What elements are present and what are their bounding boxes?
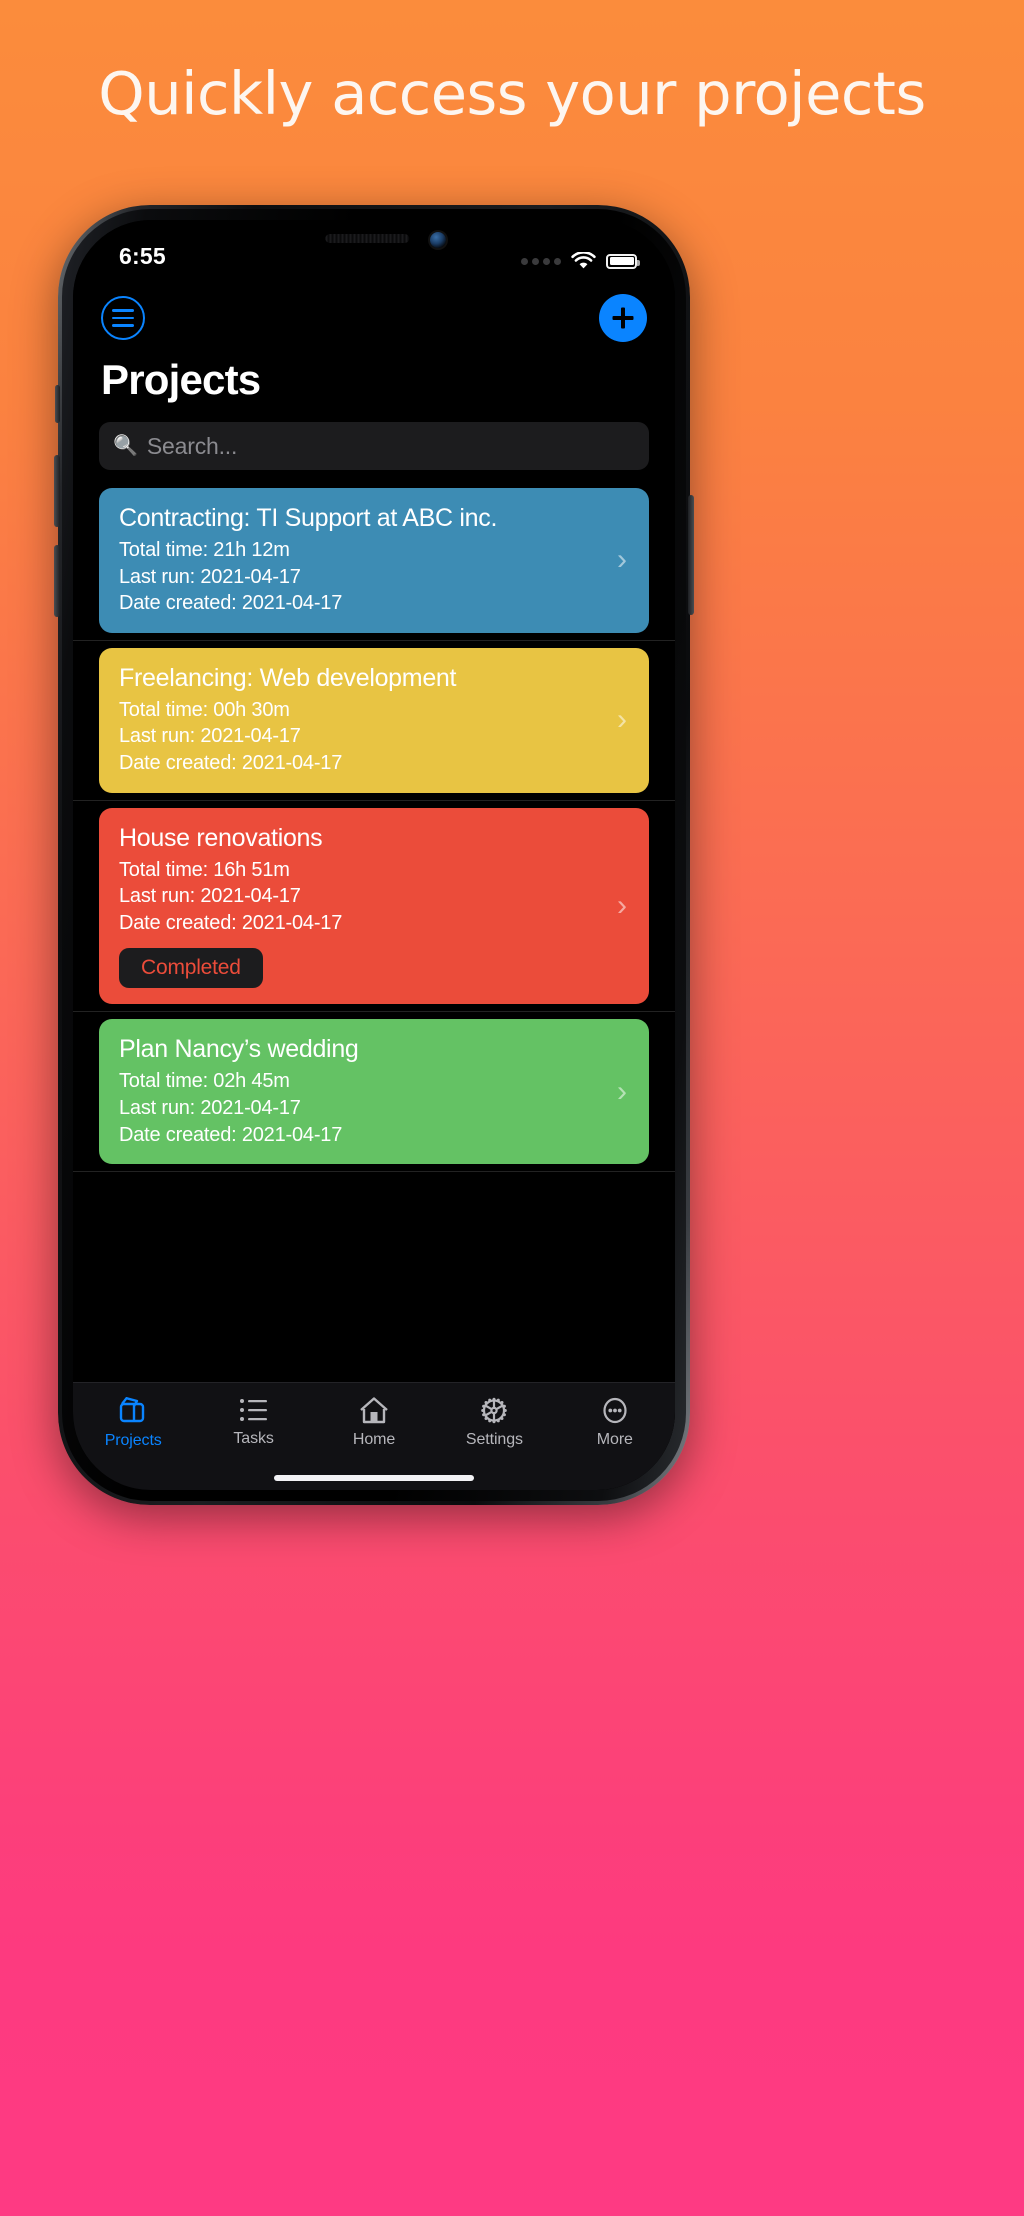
phone-bezel: 6:55 Projects 🔍 Search... Contracting: T… — [54, 209, 694, 1501]
tab-label: Projects — [104, 1432, 162, 1449]
project-card-text: Freelancing: Web development Total time: … — [119, 664, 607, 777]
project-card-item[interactable]: House renovations Total time: 16h 51m Last… — [73, 807, 675, 1013]
front-camera — [430, 232, 446, 248]
chevron-right-icon: › — [617, 543, 627, 577]
project-card[interactable]: House renovations Total time: 16h 51m Last… — [99, 807, 649, 1005]
chevron-right-icon: › — [617, 1074, 627, 1108]
phone-screen: 6:55 Projects 🔍 Search... Contracting: T… — [73, 220, 675, 1490]
tab-label: Tasks — [233, 1430, 274, 1447]
project-date-created: Date created: 2021-04-17 — [119, 1123, 343, 1146]
signal-dots-icon — [521, 257, 561, 265]
status-time: 6:55 — [119, 243, 166, 269]
project-total-time: Total time: 21h 12m — [119, 539, 290, 561]
tab-bar: Projects Tasks Home Settings More — [73, 1382, 675, 1490]
project-last-run: Last run: 2021-04-17 — [119, 565, 301, 588]
list-icon — [237, 1395, 271, 1425]
project-card-item[interactable]: Freelancing: Web development Total time: … — [73, 647, 675, 801]
project-date-created: Date created: 2021-04-17 — [119, 751, 343, 774]
volume-down-button[interactable] — [54, 545, 60, 617]
house-icon — [357, 1395, 391, 1426]
earpiece-speaker — [325, 234, 410, 243]
project-card-item[interactable]: Plan Nancy’s wedding Total time: 02h 45m L… — [73, 1019, 675, 1173]
hamburger-menu-icon[interactable] — [101, 296, 145, 340]
list-separator — [73, 639, 675, 641]
tab-settings[interactable]: Settings — [434, 1395, 554, 1449]
tab-label: Settings — [465, 1431, 523, 1448]
tab-projects[interactable]: Projects — [73, 1395, 193, 1450]
project-card-item[interactable]: Contracting: TI Support at ABC inc. Total… — [73, 488, 675, 641]
project-last-run: Last run: 2021-04-17 — [119, 885, 301, 908]
chevron-right-icon: › — [617, 703, 627, 737]
phone-mockup: 6:55 Projects 🔍 Search... Contracting: T… — [54, 205, 694, 1505]
status-indicators — [521, 252, 640, 270]
volume-up-button[interactable] — [54, 455, 60, 527]
tab-home[interactable]: Home — [314, 1395, 434, 1449]
navigation-bar — [73, 276, 675, 342]
page-title: Projects — [101, 356, 261, 403]
project-title: Plan Nancy’s wedding — [119, 1035, 359, 1064]
project-card[interactable]: Contracting: TI Support at ABC inc. Total… — [99, 488, 649, 633]
project-list: Contracting: TI Support at ABC inc. Total… — [73, 488, 675, 1382]
project-title: House renovations — [119, 823, 323, 852]
project-total-time: Total time: 16h 51m — [119, 858, 290, 881]
wifi-icon — [571, 252, 596, 270]
project-title: Freelancing: Web development — [119, 663, 457, 692]
home-indicator[interactable] — [274, 1475, 474, 1481]
list-separator — [73, 1011, 675, 1013]
battery-full-icon — [606, 253, 640, 269]
search-placeholder: Search... — [146, 432, 238, 459]
tab-label: Home — [352, 1431, 396, 1448]
chevron-right-icon: › — [617, 888, 627, 922]
project-card[interactable]: Plan Nancy’s wedding Total time: 02h 45m L… — [99, 1019, 649, 1165]
power-button[interactable] — [688, 495, 694, 615]
mute-switch[interactable] — [55, 385, 60, 423]
tab-more[interactable]: More — [555, 1395, 675, 1449]
promo-headline: Quickly access your projects — [98, 59, 926, 128]
app-content: Projects 🔍 Search... Contracting: TI Sup… — [73, 220, 675, 1382]
project-total-time: Total time: 02h 45m — [119, 1070, 290, 1093]
project-date-created: Date created: 2021-04-17 — [119, 592, 343, 615]
project-card-text: Plan Nancy’s wedding Total time: 02h 45m L… — [119, 1035, 607, 1148]
add-project-button[interactable] — [599, 294, 647, 342]
folders-icon — [115, 1395, 151, 1427]
project-title: Contracting: TI Support at ABC inc. — [119, 504, 498, 532]
project-last-run: Last run: 2021-04-17 — [119, 725, 301, 748]
status-badge: Completed — [119, 948, 263, 989]
project-date-created: Date created: 2021-04-17 — [119, 911, 343, 934]
ellipsis-circle-icon — [599, 1395, 631, 1426]
project-total-time: Total time: 00h 30m — [119, 698, 290, 721]
search-icon: 🔍 — [113, 435, 138, 457]
app-container: Projects 🔍 Search... Contracting: TI Sup… — [73, 220, 675, 1490]
list-separator — [73, 1171, 675, 1173]
list-separator — [73, 799, 675, 801]
search-input[interactable]: 🔍 Search... — [99, 422, 649, 470]
project-card-text: House renovations Total time: 16h 51m Last… — [119, 824, 607, 989]
project-card[interactable]: Freelancing: Web development Total time: … — [99, 647, 649, 793]
project-last-run: Last run: 2021-04-17 — [119, 1096, 301, 1119]
tab-tasks[interactable]: Tasks — [193, 1395, 313, 1448]
project-card-text: Contracting: TI Support at ABC inc. Total… — [119, 504, 607, 617]
gear-icon — [478, 1395, 510, 1426]
tab-label: More — [596, 1431, 633, 1448]
